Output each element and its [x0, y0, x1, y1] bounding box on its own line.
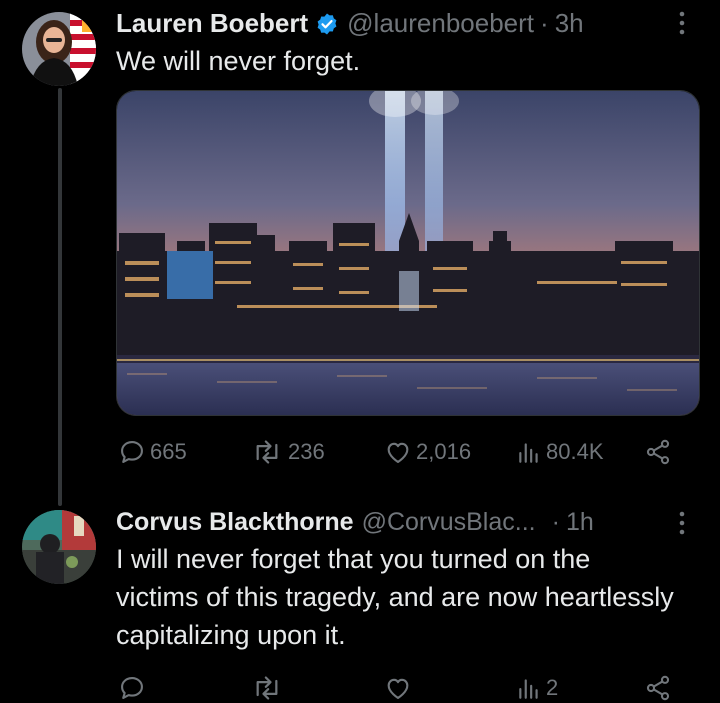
like-icon — [384, 438, 412, 466]
verified-badge-icon — [315, 12, 339, 36]
reply-header: Corvus Blackthorne @CorvusBlac... · 1h — [116, 508, 594, 537]
reply-button[interactable]: 665 — [118, 438, 187, 466]
retweet-icon — [250, 674, 284, 702]
thread-line — [58, 88, 62, 506]
reply-views-count: 2 — [546, 675, 559, 700]
avatar-lauren-boebert[interactable] — [22, 12, 96, 86]
share-icon — [644, 438, 672, 466]
reply-icon — [118, 674, 146, 702]
reply-more-icon[interactable] — [674, 510, 690, 541]
city-skyline-photo — [117, 91, 699, 415]
reply-author-handle[interactable]: @CorvusBlac... — [362, 508, 536, 537]
share-button[interactable] — [644, 438, 672, 466]
reply-share-button[interactable] — [644, 674, 672, 702]
reply-separator-dot: · — [551, 508, 560, 536]
avatar-corvus-blackthorne[interactable] — [22, 510, 96, 584]
reply-reply-button[interactable] — [118, 674, 146, 702]
share-icon — [644, 674, 672, 702]
like-count: 2,016 — [416, 439, 472, 464]
tweet-text: We will never forget. — [116, 46, 361, 76]
author-handle[interactable]: @laurenboebert — [347, 8, 534, 39]
reply-retweet-button[interactable] — [250, 674, 284, 702]
tweet-header: Lauren Boebert @laurenboebert · 3h — [116, 8, 584, 39]
reply-views-button[interactable]: 2 — [516, 674, 558, 702]
like-icon — [384, 674, 412, 702]
views-icon — [516, 674, 542, 702]
reply-time[interactable]: 1h — [566, 508, 594, 537]
reply-like-button[interactable] — [384, 674, 412, 702]
reply-author-name[interactable]: Corvus Blackthorne — [116, 508, 354, 537]
tweet-media-image[interactable] — [116, 90, 700, 416]
retweet-count: 236 — [288, 439, 325, 464]
separator-dot: · — [540, 8, 549, 38]
more-icon[interactable] — [674, 10, 690, 41]
views-icon — [516, 438, 542, 466]
retweet-button[interactable]: 236 — [250, 438, 325, 466]
author-name[interactable]: Lauren Boebert — [116, 8, 308, 39]
reply-icon — [118, 438, 146, 466]
views-count: 80.4K — [546, 439, 604, 464]
tweet-time[interactable]: 3h — [555, 8, 584, 39]
reply-count: 665 — [150, 439, 187, 464]
like-button[interactable]: 2,016 — [384, 438, 471, 466]
retweet-icon — [250, 438, 284, 466]
reply-text: I will never forget that you turned on t… — [116, 544, 674, 650]
views-button[interactable]: 80.4K — [516, 438, 604, 466]
